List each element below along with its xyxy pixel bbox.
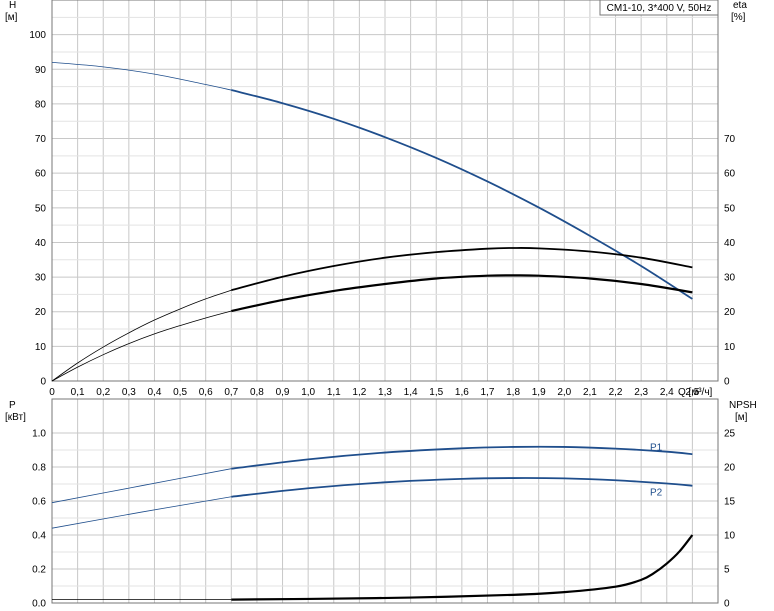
y-tick-label: 40	[35, 238, 47, 249]
p2-series-label: P2	[650, 488, 663, 499]
x-tick-label: 2,3	[634, 387, 648, 398]
x-tick-label: 1,7	[481, 387, 495, 398]
x-tick-label: 0,2	[96, 387, 110, 398]
y-axis-label: P	[9, 400, 16, 411]
y-tick-label: 10	[35, 342, 47, 353]
y-axis-unit: [м]	[5, 12, 18, 23]
x-tick-label: 2,1	[583, 387, 597, 398]
y-tick-label: 0.2	[32, 565, 46, 576]
y2-tick-label: 20	[724, 307, 736, 318]
p1-series-label: P1	[650, 442, 663, 453]
y2-tick-label: 0	[724, 599, 730, 610]
x-tick-label: 0,1	[71, 387, 85, 398]
x-tick-label: 1,2	[352, 387, 366, 398]
y2-tick-label: 50	[724, 203, 736, 214]
y-axis-label: H	[9, 0, 16, 11]
x-tick-label: 1,4	[404, 387, 418, 398]
y2-tick-label: 15	[724, 497, 736, 508]
y2-tick-label: 20	[724, 463, 736, 474]
y-tick-label: 0.4	[32, 531, 46, 542]
pump-curve-chart: 01020304050607080901000102030405060700 0,…	[5, 0, 757, 610]
y2-tick-label: 70	[724, 134, 736, 145]
x-axis-label: Q [м³/ч]	[678, 387, 713, 398]
x-tick-label: 2,2	[609, 387, 623, 398]
y2-tick-label: 5	[724, 565, 730, 576]
y2-axis-unit: [%]	[731, 12, 746, 23]
x-tick-label: 1,0	[301, 387, 315, 398]
y-tick-label: 30	[35, 273, 47, 284]
y-tick-label: 1.0	[32, 429, 46, 440]
power-npsh-panel: 0.0 0.2 0.4 0.6 0.8 1.0 0 5 10 15 20 25 P[кВт] NPSH[м…	[5, 398, 757, 610]
y2-axis-unit: [м]	[735, 412, 748, 423]
y-axis-unit: [кВт]	[5, 412, 26, 423]
chart-title: CM1-10, 3*400 V, 50Hz	[607, 3, 712, 14]
x-tick-label: 1,1	[327, 387, 341, 398]
y-tick-label: 50	[35, 203, 47, 214]
x-tick-label: 0,9	[276, 387, 290, 398]
y-tick-label: 0.6	[32, 497, 46, 508]
y-tick-label: 70	[35, 134, 47, 145]
x-tick-label: 1,6	[455, 387, 469, 398]
x-tick-label: 1,5	[429, 387, 443, 398]
y2-tick-label: 30	[724, 273, 736, 284]
x-tick-label: 1,8	[506, 387, 520, 398]
y-tick-label: 100	[29, 30, 46, 41]
x-tick-label: 2,0	[557, 387, 571, 398]
y2-tick-label: 10	[724, 531, 736, 542]
y-tick-label: 60	[35, 169, 47, 180]
y-tick-label: 20	[35, 307, 47, 318]
y-tick-label: 80	[35, 99, 47, 110]
y2-tick-label: 60	[724, 169, 736, 180]
y-tick-label: 90	[35, 65, 47, 76]
y2-tick-label: 0	[724, 377, 730, 388]
x-tick-label: 0,8	[250, 387, 264, 398]
y2-axis-label: eta	[733, 0, 747, 11]
y2-tick-label: 10	[724, 342, 736, 353]
x-tick-label: 0,5	[173, 387, 187, 398]
y-tick-label: 0.0	[32, 599, 46, 610]
y2-tick-label: 25	[724, 429, 736, 440]
y-tick-label: 0.8	[32, 463, 46, 474]
x-tick-label: 2,4	[660, 387, 674, 398]
y2-axis-label: NPSH	[729, 400, 757, 411]
x-tick-label: 1,3	[378, 387, 392, 398]
x-tick-label: 0,4	[148, 387, 162, 398]
x-tick-label: 0,6	[199, 387, 213, 398]
y-tick-label: 0	[40, 377, 46, 388]
x-tick-label: 0,7	[224, 387, 238, 398]
y2-tick-label: 40	[724, 238, 736, 249]
x-tick-label: 0,3	[122, 387, 136, 398]
x-tick-label: 1,9	[532, 387, 546, 398]
head-efficiency-panel: 0 10 20 30 40 50 60 70 80 90 100 0 10 20 30 40 50 60 70 0 0,…	[5, 0, 747, 398]
x-tick-label: 0	[49, 387, 55, 398]
